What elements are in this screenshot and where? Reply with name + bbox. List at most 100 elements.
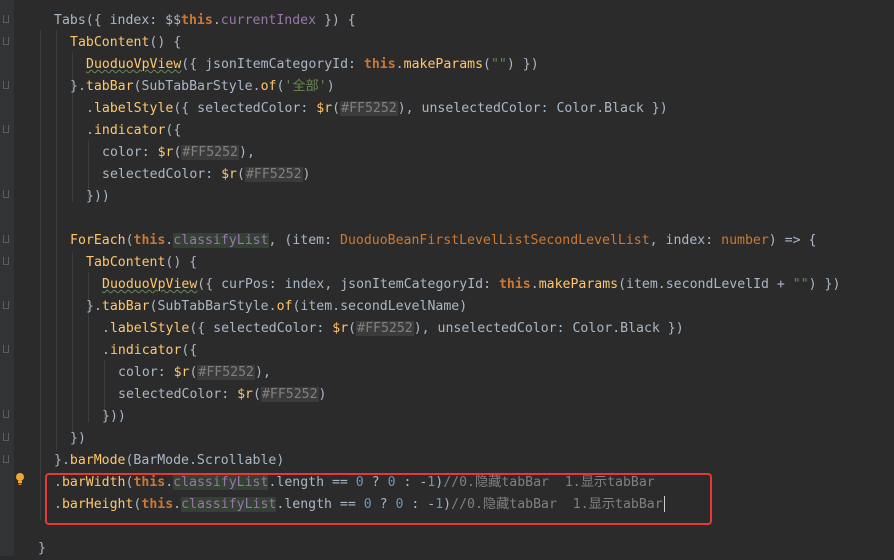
code-text: })	[70, 431, 86, 446]
fold-marker-icon[interactable]	[3, 37, 9, 45]
fold-marker-icon[interactable]	[3, 15, 9, 23]
code-line: }))	[102, 406, 126, 428]
code-line: selectedColor: $r(#FF5252)	[118, 384, 326, 406]
function-token: DuoduoVpView	[86, 57, 182, 72]
code-text: .	[212, 13, 221, 28]
fold-marker-icon[interactable]	[3, 433, 9, 441]
code-line: DuoduoVpView({ jsonItemCategoryId: this.…	[86, 54, 539, 76]
member-token-highlighted: classifyList	[173, 233, 269, 248]
code-line: }.barMode(BarMode.Scrollable)	[54, 450, 284, 472]
function-token: indicator	[93, 123, 166, 138]
code-text: .	[86, 123, 94, 138]
code-text: (	[236, 167, 245, 182]
code-text: (item.secondLevelName)	[292, 299, 468, 314]
code-text: (BarMode.Scrollable)	[125, 453, 285, 468]
function-token: tabBar	[85, 79, 134, 94]
code-text: color:	[102, 145, 158, 160]
fold-marker-icon[interactable]	[3, 257, 9, 265]
code-text: ), unselectedColor: Color.Black })	[397, 101, 668, 116]
code-text: )	[326, 79, 335, 94]
code-text: .	[530, 277, 539, 292]
keyword-token: this	[133, 233, 166, 248]
code-text: }))	[86, 189, 110, 204]
fold-marker-icon[interactable]	[3, 410, 9, 418]
code-line: }.tabBar(SubTabBarStyle.of(item.secondLe…	[86, 296, 467, 318]
code-line: DuoduoVpView({ curPos: index, jsonItemCa…	[102, 274, 840, 296]
indent-guide	[88, 272, 89, 422]
code-text: ({ selectedColor:	[173, 101, 317, 116]
code-line: ForEach(this.classifyList, (item: Duoduo…	[70, 230, 816, 252]
code-line: }))	[86, 186, 110, 208]
code-text: )	[302, 167, 311, 182]
code-text: (	[348, 321, 357, 336]
fold-marker-icon[interactable]	[3, 301, 9, 309]
code-text: }))	[102, 409, 126, 424]
fold-marker-icon[interactable]	[3, 125, 9, 133]
function-token: TabContent	[86, 255, 166, 270]
code-text: ({ jsonItemCategoryId:	[181, 57, 364, 72]
code-line: color: $r(#FF5252),	[118, 362, 271, 384]
code-text: .	[102, 321, 110, 336]
lightbulb-icon[interactable]	[14, 472, 26, 486]
code-text: (	[125, 233, 134, 248]
code-text: )	[318, 387, 327, 402]
fold-marker-icon[interactable]	[3, 190, 9, 198]
type-token: number	[721, 233, 769, 248]
code-text: (	[332, 101, 341, 116]
code-text: }.	[86, 299, 102, 314]
indent-guide	[56, 30, 57, 450]
code-text: ), unselectedColor: Color.Black })	[413, 321, 684, 336]
code-text: (	[483, 57, 491, 72]
function-token: of	[260, 79, 277, 94]
code-line: TabContent() {	[70, 32, 181, 54]
string-token: ""	[792, 277, 809, 292]
code-text: }.	[70, 79, 86, 94]
code-text: .	[86, 101, 94, 116]
code-line: .indicator({	[102, 340, 197, 362]
code-text: ),	[255, 365, 271, 380]
code-text: .	[395, 57, 404, 72]
code-text: Tabs({ index: $$	[54, 13, 182, 28]
function-token: labelStyle	[93, 101, 174, 116]
code-line: }	[38, 538, 46, 560]
function-token: tabBar	[101, 299, 150, 314]
string-token: ""	[490, 57, 507, 72]
keyword-token: this	[498, 277, 531, 292]
fold-marker-icon[interactable]	[3, 455, 9, 463]
code-text: () {	[165, 255, 198, 270]
code-text: ) })	[506, 57, 539, 72]
function-token: of	[276, 299, 293, 314]
code-text: }.	[54, 453, 70, 468]
code-text: ) })	[808, 277, 841, 292]
fold-marker-icon[interactable]	[3, 345, 9, 353]
color-literal-token: #FF5252	[260, 387, 319, 402]
indent-guide	[72, 52, 73, 202]
fold-marker-icon[interactable]	[3, 235, 9, 243]
function-token: indicator	[109, 343, 182, 358]
string-token: '全部'	[284, 79, 327, 94]
code-text: (item.secondLevelId +	[618, 277, 793, 292]
function-token: barMode	[69, 453, 126, 468]
code-text: ({ curPos: index, jsonItemCategoryId:	[197, 277, 499, 292]
code-text: }	[38, 541, 46, 556]
code-text: color:	[118, 365, 174, 380]
function-token: ForEach	[70, 233, 126, 248]
function-token: $r	[221, 167, 237, 182]
highlight-annotation-box	[45, 473, 712, 525]
code-line: })	[70, 428, 86, 450]
code-text: }) {	[316, 13, 356, 28]
color-literal-token: #FF5252	[181, 145, 239, 160]
keyword-token: this	[363, 57, 396, 72]
code-line: TabContent() {	[86, 252, 197, 274]
code-line: Tabs({ index: $$this.currentIndex }) {	[54, 10, 356, 32]
code-text: (SubTabBarStyle.	[133, 79, 261, 94]
function-token: $r	[157, 145, 174, 160]
function-token: $r	[332, 321, 349, 336]
function-token: $r	[316, 101, 333, 116]
code-text: ),	[239, 145, 255, 160]
fold-marker-icon[interactable]	[3, 81, 9, 89]
code-text: ({	[181, 343, 198, 358]
function-token: $r	[237, 387, 253, 402]
code-text: (	[252, 387, 261, 402]
function-token: makeParams	[403, 57, 484, 72]
